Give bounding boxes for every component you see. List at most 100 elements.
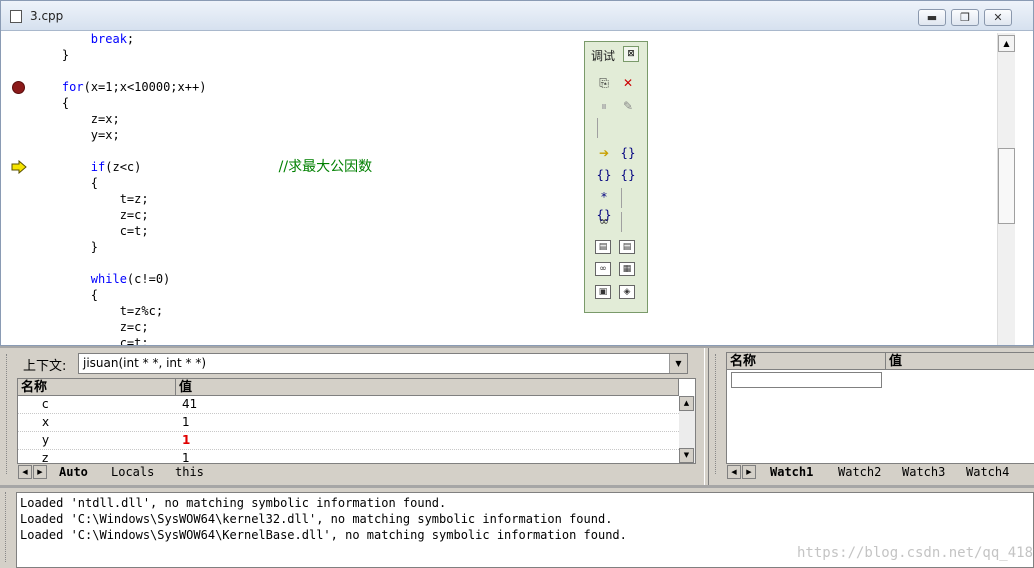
code-line[interactable]: z=x;	[33, 111, 120, 127]
tab-watch4[interactable]: Watch4	[960, 464, 1015, 480]
variables-window-icon[interactable]: ▤	[619, 240, 635, 254]
step-over-icon[interactable]: {}	[595, 166, 613, 184]
variable-name: c	[42, 397, 49, 411]
scroll-thumb[interactable]	[998, 148, 1015, 224]
variable-name: x	[42, 415, 50, 429]
variable-row[interactable]: y1	[18, 432, 679, 450]
column-header-value[interactable]: 值	[176, 379, 679, 396]
scroll-up-arrow-icon[interactable]: ▲	[998, 35, 1015, 52]
code-line[interactable]: while(c!=0)	[33, 271, 170, 287]
code-text: {	[33, 176, 99, 190]
variable-value[interactable]: 1	[182, 451, 190, 463]
restore-button[interactable]: ❐	[951, 9, 979, 26]
variables-rows: c 41 x 1 y 1 z 1	[18, 396, 679, 463]
code-line[interactable]: }	[33, 47, 69, 63]
variables-grid[interactable]: 名称 值 c 41 x 1 y 1 z 1 ▲ ▼	[17, 378, 696, 464]
step-into-icon[interactable]: {}	[619, 144, 637, 162]
code-line[interactable]: break;	[33, 31, 134, 47]
code-line[interactable]: t=z%c;	[33, 303, 163, 319]
debug-toolbar-close-button[interactable]: ⊠	[623, 46, 639, 62]
code-line[interactable]: z=c;	[33, 319, 149, 335]
variable-row[interactable]: z1	[18, 450, 679, 463]
debug-toolbar: 调试 ⊠ ⎘ ✕ ⏸ ✎ ➔ {} {} {} *{} ∞ ▤ ▤ ∞ ▦ ▣ …	[584, 41, 648, 313]
break-execution-icon[interactable]: ⏸	[595, 97, 613, 115]
context-dropdown[interactable]: jisuan(int * *, int * *) ▼	[78, 353, 688, 374]
quick-watch-icon[interactable]: ∞	[595, 212, 613, 230]
tab-scroll-right-icon[interactable]: ▶	[33, 465, 47, 479]
tab-scroll-right-icon[interactable]: ▶	[742, 465, 756, 479]
code-line[interactable]: for(x=1;x<10000;x++)	[33, 79, 207, 95]
watch-window-icon[interactable]: ▤	[595, 240, 611, 254]
breakpoint-gutter[interactable]	[1, 31, 31, 345]
tab-watch2[interactable]: Watch2	[832, 464, 887, 480]
stop-debugging-icon[interactable]: ✕	[619, 74, 637, 92]
breakpoint-icon[interactable]	[12, 81, 25, 94]
code-line[interactable]: {	[33, 287, 98, 303]
call-stack-window-icon[interactable]: ▣	[595, 285, 611, 299]
tab-scroll-left-icon[interactable]: ◀	[727, 465, 741, 479]
restart-icon[interactable]: ⎘	[595, 74, 613, 92]
code-text: c=t;	[33, 336, 149, 345]
scroll-up-arrow-icon[interactable]: ▲	[679, 396, 694, 411]
document-icon	[10, 10, 22, 23]
code-text: y=x;	[33, 128, 120, 142]
editor-vertical-scrollbar[interactable]: ▲	[997, 33, 1015, 345]
code-line[interactable]: y=x;	[33, 127, 120, 143]
code-comment: //求最大公因数	[278, 159, 373, 175]
variable-value[interactable]: 41	[182, 397, 197, 411]
code-line[interactable]: if(z<c) //求最大公因数	[33, 159, 372, 175]
scroll-down-arrow-icon[interactable]: ▼	[679, 448, 694, 463]
pane-grip[interactable]	[715, 354, 720, 474]
variable-value[interactable]: 1	[182, 415, 190, 429]
output-text-area[interactable]: Loaded 'ntdll.dll', no matching symbolic…	[16, 492, 1034, 568]
code-line[interactable]: c=t;	[33, 223, 149, 239]
context-value: jisuan(int * *, int * *)	[83, 356, 207, 370]
code-area[interactable]: break; } for(x=1;x<10000;x++) { z=x; y=x…	[33, 31, 993, 345]
variables-scrollbar[interactable]: ▲ ▼	[679, 396, 695, 463]
registers-window-icon[interactable]: ∞	[595, 262, 611, 276]
disassembly-window-icon[interactable]: ◈	[619, 285, 635, 299]
tab-auto[interactable]: Auto	[53, 464, 94, 480]
tab-watch1[interactable]: Watch1	[764, 464, 819, 480]
show-next-statement-icon[interactable]: ➔	[595, 144, 613, 162]
variable-row[interactable]: x1	[18, 414, 679, 432]
output-line: Loaded 'ntdll.dll', no matching symbolic…	[20, 496, 447, 510]
code-text: {	[33, 288, 99, 302]
code-line[interactable]: z=c;	[33, 207, 149, 223]
tab-watch3[interactable]: Watch3	[896, 464, 951, 480]
code-text: t=z%c;	[33, 304, 164, 318]
step-out-icon[interactable]: {}	[619, 166, 637, 184]
code-text: (x=1;x<10000;x++)	[83, 80, 207, 94]
code-text: z=c;	[33, 208, 149, 222]
pane-grip[interactable]	[6, 354, 11, 474]
current-line-arrow-icon	[11, 160, 27, 174]
tab-scroll-left-icon[interactable]: ◀	[18, 465, 32, 479]
variable-value[interactable]: 1	[182, 433, 190, 447]
apply-code-changes-icon[interactable]: ✎	[619, 97, 637, 115]
watch-column-header-name[interactable]: 名称	[727, 353, 886, 370]
tab-this[interactable]: this	[169, 464, 210, 480]
minimize-button[interactable]: ▬	[918, 9, 946, 26]
code-text: }	[33, 48, 70, 62]
run-to-cursor-icon[interactable]: *{}	[595, 188, 613, 222]
variable-row[interactable]: c 41	[18, 396, 679, 414]
pane-grip[interactable]	[5, 492, 10, 562]
chevron-down-icon[interactable]: ▼	[669, 354, 687, 373]
output-pane: Loaded 'ntdll.dll', no matching symbolic…	[0, 488, 1034, 568]
column-header-name[interactable]: 名称	[18, 379, 176, 396]
memory-window-icon[interactable]: ▦	[619, 262, 635, 276]
code-line[interactable]: }	[33, 239, 98, 255]
watch-grid[interactable]: 名称 值	[726, 352, 1034, 464]
watermark-text: https://blog.csdn.net/qq_41890177	[797, 545, 1034, 561]
close-button[interactable]: ✕	[984, 9, 1012, 26]
code-line[interactable]: {	[33, 175, 98, 191]
code-line[interactable]: c=t;	[33, 335, 149, 345]
code-text: {	[33, 96, 70, 110]
code-line[interactable]: {	[33, 95, 69, 111]
watch-column-header-value[interactable]: 值	[886, 353, 1034, 370]
watch-new-entry-field[interactable]	[731, 372, 882, 388]
code-line[interactable]: t=z;	[33, 191, 149, 207]
editor-titlebar[interactable]: 3.cpp ▬ ❐ ✕	[1, 1, 1033, 31]
tab-locals[interactable]: Locals	[105, 464, 160, 480]
code-text: z=x;	[33, 112, 120, 126]
